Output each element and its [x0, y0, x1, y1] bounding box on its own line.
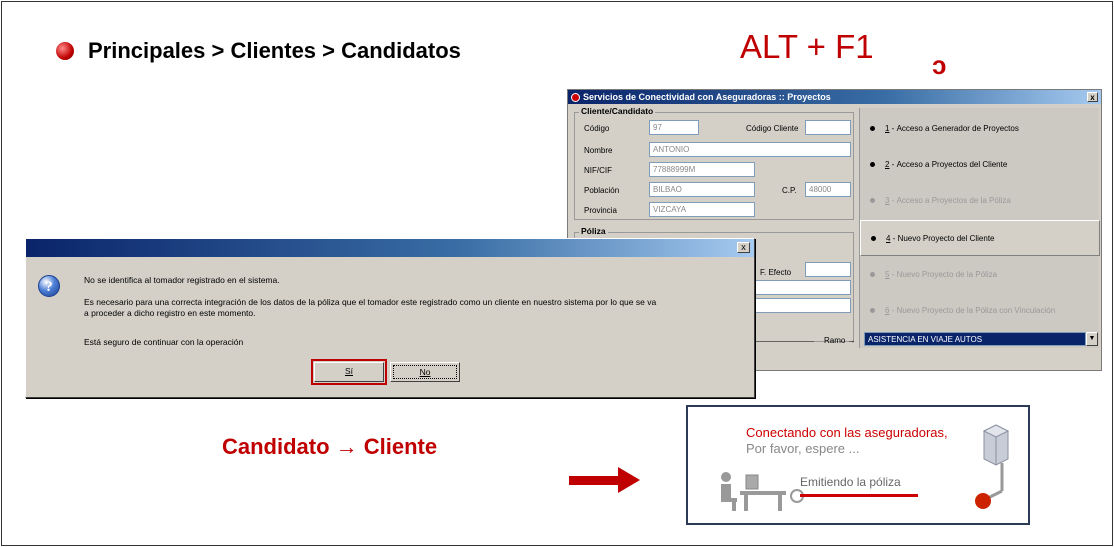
menu-number: 4 — [886, 233, 891, 243]
menu-number: 2 — [885, 159, 890, 169]
poliza-field-2[interactable] — [754, 280, 851, 295]
f-efecto-field[interactable] — [805, 262, 851, 277]
menu-item-3[interactable]: 3 - Acceso a Proyectos de la Póliza — [860, 182, 1100, 218]
chevron-down-icon[interactable]: ▼ — [1086, 332, 1098, 346]
keyboard-shortcut: ALT + F1 — [740, 28, 874, 65]
window-titlebar: Servicios de Conectividad con Asegurador… — [568, 90, 1101, 104]
codigo-cliente-label: Código Cliente — [746, 124, 799, 133]
menu-label: Nuevo Proyecto de la Póliza con Vinculac… — [896, 305, 1056, 315]
menu-item-1[interactable]: 1 - Acceso a Generador de Proyectos — [860, 110, 1100, 146]
dialog-titlebar: x — [26, 239, 754, 257]
dialog-message-1: No se identifica al tomador registrado e… — [84, 275, 280, 285]
nif-field[interactable]: 77888999M — [649, 162, 755, 177]
bullet-icon — [870, 197, 875, 203]
progress-line — [800, 494, 918, 497]
codigo-label: Código — [584, 124, 610, 133]
bullet-icon — [56, 42, 74, 60]
wait-message: Por favor, espere ... — [746, 441, 860, 456]
menu-label: Acceso a Proyectos de la Póliza — [896, 195, 1011, 205]
server-icon — [975, 424, 1010, 509]
menu-label: Acceso a Generador de Proyectos — [896, 123, 1019, 133]
close-icon[interactable]: x — [1087, 92, 1098, 102]
slide-heading: Principales > Clientes > Candidatos — [56, 38, 461, 64]
nif-label: NIF/CIF — [584, 166, 612, 175]
poblacion-label: Población — [584, 186, 620, 195]
close-icon[interactable]: x — [737, 242, 750, 253]
yes-label: Sí — [344, 366, 354, 376]
no-label: No — [393, 365, 457, 379]
breadcrumb: Principales > Clientes > Candidatos — [88, 38, 461, 63]
cp-label: C.P. — [782, 186, 797, 195]
curved-arrow-icon: ↄ — [932, 50, 947, 80]
yes-button[interactable]: Sí — [311, 359, 387, 385]
bullet-icon — [870, 271, 875, 277]
transition-label: Candidato → Cliente — [222, 434, 438, 459]
divider — [754, 341, 814, 342]
menu-label: Nuevo Proyecto de la Póliza — [896, 269, 998, 279]
provincia-field[interactable]: VIZCAYA — [649, 202, 755, 217]
connecting-message: Conectando con las aseguradoras, — [746, 425, 948, 440]
connecting-panel: Conectando con las aseguradoras, Por fav… — [686, 405, 1030, 525]
poblacion-field[interactable]: BILBAO — [649, 182, 755, 197]
cp-field[interactable]: 48000 — [805, 182, 851, 197]
dialog-message-3: Está seguro de continuar con la operació… — [84, 337, 244, 347]
dialog-message-2b: a proceder a dicho registro en este mome… — [84, 308, 256, 318]
ramo-select[interactable]: ASISTENCIA EN VIAJE AUTOS — [864, 332, 1086, 346]
menu-item-6[interactable]: 6 - Nuevo Proyecto de la Póliza con Vinc… — [860, 292, 1100, 328]
bullet-icon — [871, 235, 876, 241]
menu-number: 5 — [885, 269, 890, 279]
codigo-cliente-field[interactable] — [805, 120, 851, 135]
ramo-label: Ramo → — [824, 336, 856, 345]
bullet-icon — [870, 307, 875, 313]
f-efecto-label: F. Efecto — [760, 268, 792, 277]
menu-number: 3 — [885, 195, 890, 205]
right-arrow-icon — [569, 476, 621, 485]
status-message: Emitiendo la póliza — [800, 475, 901, 489]
group-label: Póliza — [579, 226, 608, 236]
nombre-label: Nombre — [584, 146, 613, 155]
dialog-message-2a: Es necesario para una correcta integraci… — [84, 297, 657, 307]
nombre-field[interactable]: ANTONIO — [649, 142, 851, 157]
question-icon: ? — [38, 275, 60, 297]
menu-label: Nuevo Proyecto del Cliente — [897, 233, 995, 243]
window-title: Servicios de Conectividad con Asegurador… — [583, 92, 831, 102]
menu-label: Acceso a Proyectos del Cliente — [896, 159, 1008, 169]
user-at-desk-icon — [721, 472, 786, 511]
menu-item-5[interactable]: 5 - Nuevo Proyecto de la Póliza — [860, 256, 1100, 292]
menu-item-4[interactable]: 4 - Nuevo Proyecto del Cliente — [860, 220, 1100, 256]
right-arrow-head-icon — [618, 467, 640, 493]
menu-item-2[interactable]: 2 - Acceso a Proyectos del Cliente — [860, 146, 1100, 182]
codigo-field[interactable]: 97 — [649, 120, 699, 135]
poliza-field-3[interactable] — [754, 298, 851, 313]
bullet-icon — [870, 161, 875, 167]
project-menu: 1 - Acceso a Generador de Proyectos 2 - … — [859, 108, 1100, 348]
confirm-dialog: x ? No se identifica al tomador registra… — [25, 238, 755, 398]
menu-number: 6 — [885, 305, 890, 315]
provincia-label: Provincia — [584, 206, 617, 215]
bullet-icon — [870, 125, 875, 131]
no-button[interactable]: No — [390, 362, 460, 382]
group-label: Cliente/Candidato — [579, 106, 656, 116]
menu-number: 1 — [885, 123, 890, 133]
app-icon — [571, 92, 580, 102]
